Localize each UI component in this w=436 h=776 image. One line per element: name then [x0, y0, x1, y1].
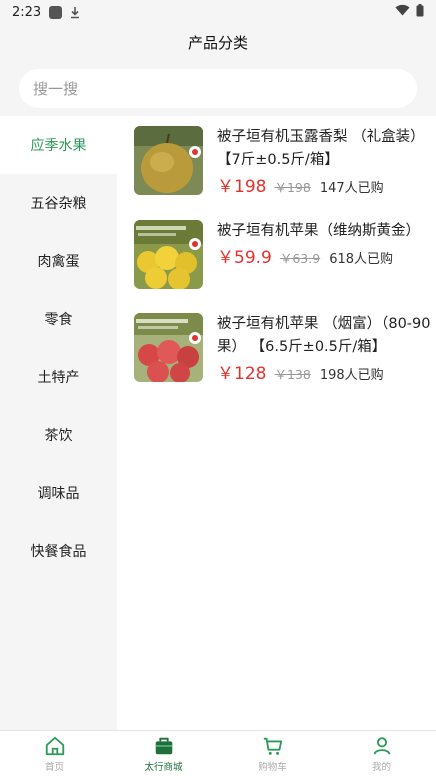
product-name: 被子垣有机苹果（维纳斯黄金）: [217, 223, 420, 239]
product-sold-count: 198人已购: [319, 368, 384, 383]
sidebar-item-seasonal-fruit[interactable]: 应季水果: [0, 116, 117, 174]
sidebar-item-meat-poultry-eggs[interactable]: 肉禽蛋: [0, 232, 117, 290]
tab-mall[interactable]: 太行商城: [109, 731, 218, 776]
tab-label: 我的: [371, 761, 391, 773]
product-price: ￥59.9: [217, 248, 272, 268]
sidebar-item-label: 快餐食品: [30, 544, 87, 560]
tab-label: 首页: [44, 761, 64, 773]
sidebar-item-label: 调味品: [37, 486, 80, 502]
home-icon: [45, 736, 64, 755]
sidebar-item-label: 应季水果: [30, 138, 87, 154]
sidebar-item-label: 五谷杂粮: [30, 196, 87, 212]
notification-icon: [49, 5, 63, 19]
tab-home[interactable]: 首页: [0, 731, 109, 776]
product-name: 被子垣有机玉露香梨 （礼盒装） 【7斤±0.5斤/箱】: [217, 129, 425, 168]
sidebar-item-fast-food[interactable]: 快餐食品: [0, 522, 117, 580]
tab-label: 购物车: [258, 761, 287, 773]
sidebar-item-snacks[interactable]: 零食: [0, 290, 117, 348]
bag-icon: [155, 737, 172, 754]
sidebar-item-label: 茶饮: [44, 428, 73, 444]
status-bar: 2:23: [0, 0, 436, 24]
tab-label: 太行商城: [144, 761, 183, 773]
product-price: ￥128: [217, 364, 267, 384]
wifi-icon: [395, 4, 410, 20]
sidebar-item-local-specialties[interactable]: 土特产: [0, 348, 117, 406]
pear-image: [134, 126, 203, 195]
page-title-text: 产品分类: [187, 33, 248, 52]
product-price: ￥198: [217, 177, 267, 197]
battery-icon: [416, 3, 424, 21]
product-item[interactable]: 被子垣有机苹果（维纳斯黄金） ￥59.9 ￥63.9 618人已购: [134, 220, 434, 310]
product-name: 被子垣有机苹果 （烟富）（80-90果） 【6.5斤±0.5斤/箱】: [217, 316, 431, 355]
tab-cart[interactable]: 购物车: [218, 731, 327, 776]
search-placeholder: 搜一搜: [33, 80, 79, 98]
search-input[interactable]: 搜一搜: [19, 69, 417, 108]
product-original-price: ￥198: [274, 180, 311, 195]
user-icon: [373, 736, 390, 755]
sidebar-item-label: 肉禽蛋: [37, 254, 80, 270]
page-title: 产品分类: [0, 24, 436, 60]
product-sold-count: 618人已购: [329, 252, 394, 267]
sidebar-item-label: 零食: [44, 312, 73, 328]
cart-icon: [263, 737, 282, 755]
download-icon: [69, 6, 81, 19]
bottom-tab-bar: 首页 太行商城 购物车 我的: [0, 730, 436, 776]
tab-mine[interactable]: 我的: [327, 731, 436, 776]
product-original-price: ￥63.9: [279, 251, 321, 266]
red-apple-image: [134, 313, 203, 382]
sidebar-item-grains[interactable]: 五谷杂粮: [0, 174, 117, 232]
product-list: 被子垣有机玉露香梨 （礼盒装） 【7斤±0.5斤/箱】 ￥198 ￥198 14…: [117, 116, 436, 730]
product-original-price: ￥138: [274, 367, 311, 382]
product-item[interactable]: 被子垣有机苹果 （烟富）（80-90果） 【6.5斤±0.5斤/箱】 ￥128 …: [134, 313, 434, 403]
product-sold-count: 147人已购: [319, 181, 384, 196]
sidebar-item-seasonings[interactable]: 调味品: [0, 464, 117, 522]
yellow-apple-image: [134, 220, 203, 289]
sidebar-item-tea-drinks[interactable]: 茶饮: [0, 406, 117, 464]
product-item[interactable]: 被子垣有机玉露香梨 （礼盒装） 【7斤±0.5斤/箱】 ￥198 ￥198 14…: [134, 126, 434, 216]
category-sidebar: 应季水果 五谷杂粮 肉禽蛋 零食 土特产 茶饮 调味品 快餐食品: [0, 116, 117, 730]
sidebar-item-label: 土特产: [37, 370, 80, 386]
status-time: 2:23: [12, 4, 42, 20]
